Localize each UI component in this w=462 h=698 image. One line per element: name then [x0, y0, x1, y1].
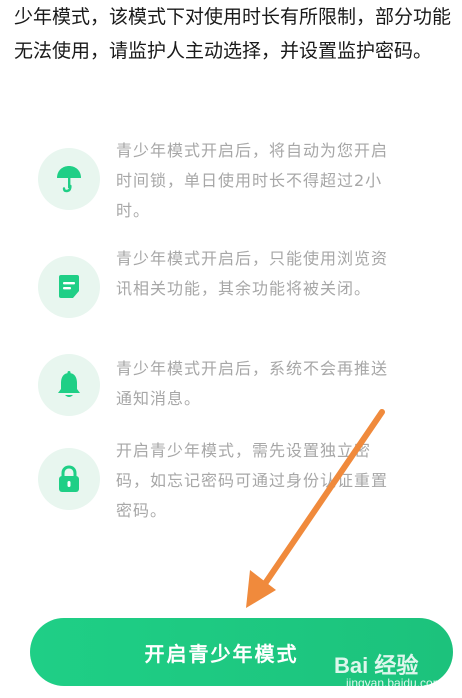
- feature-text: 青少年模式开启后，将自动为您开启时间锁，单日使用时长不得超过2小时。: [116, 141, 389, 220]
- annotation-arrow: [246, 409, 385, 608]
- umbrella-icon: [38, 148, 100, 210]
- bell-icon: [38, 354, 100, 416]
- intro-text: 少年模式，该模式下对使用时长有所限制，部分功能无法使用，请监护人主动选择，并设置…: [14, 6, 452, 62]
- feature-text: 青少年模式开启后，只能使用浏览资讯相关功能，其余功能将被关闭。: [116, 249, 389, 298]
- baidu-watermark: Bai 经验 jingyan.baidu.com: [334, 648, 454, 692]
- feature-text: 青少年模式开启后，系统不会再推送通知消息。: [116, 359, 389, 408]
- feature-text: 开启青少年模式，需先设置独立密码，如忘记密码可通过身份认证重置密码。: [116, 441, 389, 520]
- lock-icon: [38, 448, 100, 510]
- document-icon: [38, 256, 100, 318]
- watermark-url: jingyan.baidu.com: [346, 676, 443, 690]
